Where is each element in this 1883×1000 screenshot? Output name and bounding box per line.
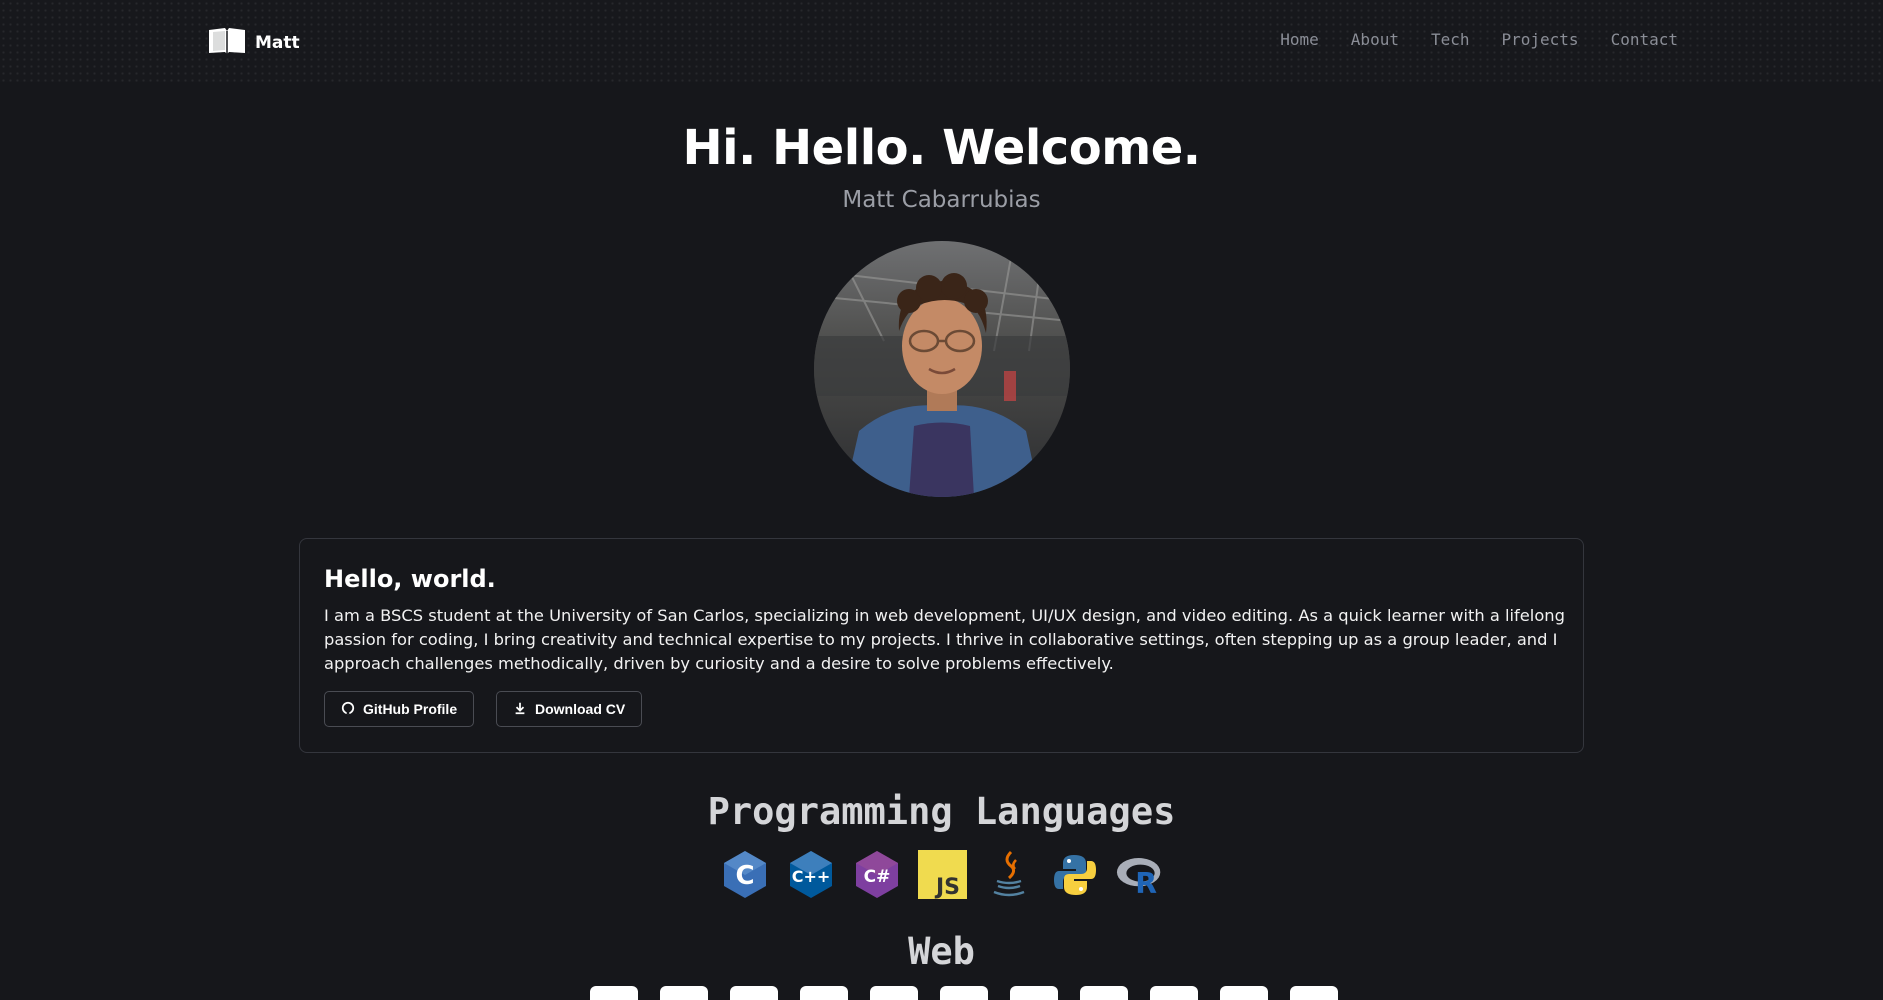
- web-tool-icon: [1220, 986, 1268, 1000]
- languages-icon-row: C C++ C# JS R: [720, 850, 1165, 899]
- web-icon-row: [590, 986, 1338, 1000]
- r-icon: R: [1116, 850, 1165, 899]
- brand-name: Matt: [255, 33, 300, 53]
- web-tool-icon: [730, 986, 778, 1000]
- about-heading: Hello, world.: [324, 565, 496, 593]
- cpp-icon: C++: [786, 850, 835, 899]
- python-icon: [1050, 850, 1099, 899]
- github-profile-button[interactable]: GitHub Profile: [324, 691, 475, 727]
- svg-text:JS: JS: [934, 875, 960, 899]
- java-icon: [984, 850, 1033, 899]
- web-tool-icon: [1290, 986, 1338, 1000]
- nav-link-tech[interactable]: Tech: [1431, 30, 1470, 49]
- nav-link-home[interactable]: Home: [1280, 30, 1319, 49]
- nav-link-projects[interactable]: Projects: [1502, 30, 1579, 49]
- svg-text:C++: C++: [791, 867, 830, 886]
- book-icon: [207, 26, 247, 60]
- web-tool-icon: [870, 986, 918, 1000]
- web-tool-icon: [940, 986, 988, 1000]
- web-tool-icon: [1010, 986, 1058, 1000]
- languages-section-title: Programming Languages: [707, 790, 1176, 833]
- svg-text:R: R: [1135, 866, 1157, 895]
- github-icon: [341, 701, 355, 718]
- profile-photo: [814, 241, 1070, 497]
- hero-title: Hi. Hello. Welcome.: [682, 120, 1201, 176]
- download-cv-label: Download CV: [535, 701, 626, 717]
- web-tool-icon: [800, 986, 848, 1000]
- brand-link[interactable]: Matt: [207, 26, 300, 60]
- about-text: I am a BSCS student at the University of…: [324, 606, 1565, 673]
- css-icon: [660, 986, 708, 1000]
- html-icon: [590, 986, 638, 1000]
- c-icon: C: [720, 850, 769, 899]
- about-card: Hello, world. I am a BSCS student at the…: [299, 538, 1584, 753]
- svg-text:C#: C#: [863, 867, 890, 887]
- hero-subtitle: Matt Cabarrubias: [842, 187, 1041, 213]
- csharp-icon: C#: [852, 850, 901, 899]
- nav-link-contact[interactable]: Contact: [1611, 30, 1678, 49]
- javascript-icon: JS: [918, 850, 967, 899]
- download-icon: [513, 701, 527, 718]
- svg-text:C: C: [735, 861, 754, 891]
- nav-links: Home About Tech Projects Contact: [1280, 30, 1678, 49]
- web-tool-icon: [1080, 986, 1128, 1000]
- top-navbar: Matt Home About Tech Projects Contact: [0, 0, 1883, 82]
- github-profile-label: GitHub Profile: [363, 701, 458, 717]
- web-tool-icon: [1150, 986, 1198, 1000]
- web-section-title: Web: [908, 930, 975, 973]
- download-cv-button[interactable]: Download CV: [496, 691, 643, 727]
- nav-link-about[interactable]: About: [1351, 30, 1399, 49]
